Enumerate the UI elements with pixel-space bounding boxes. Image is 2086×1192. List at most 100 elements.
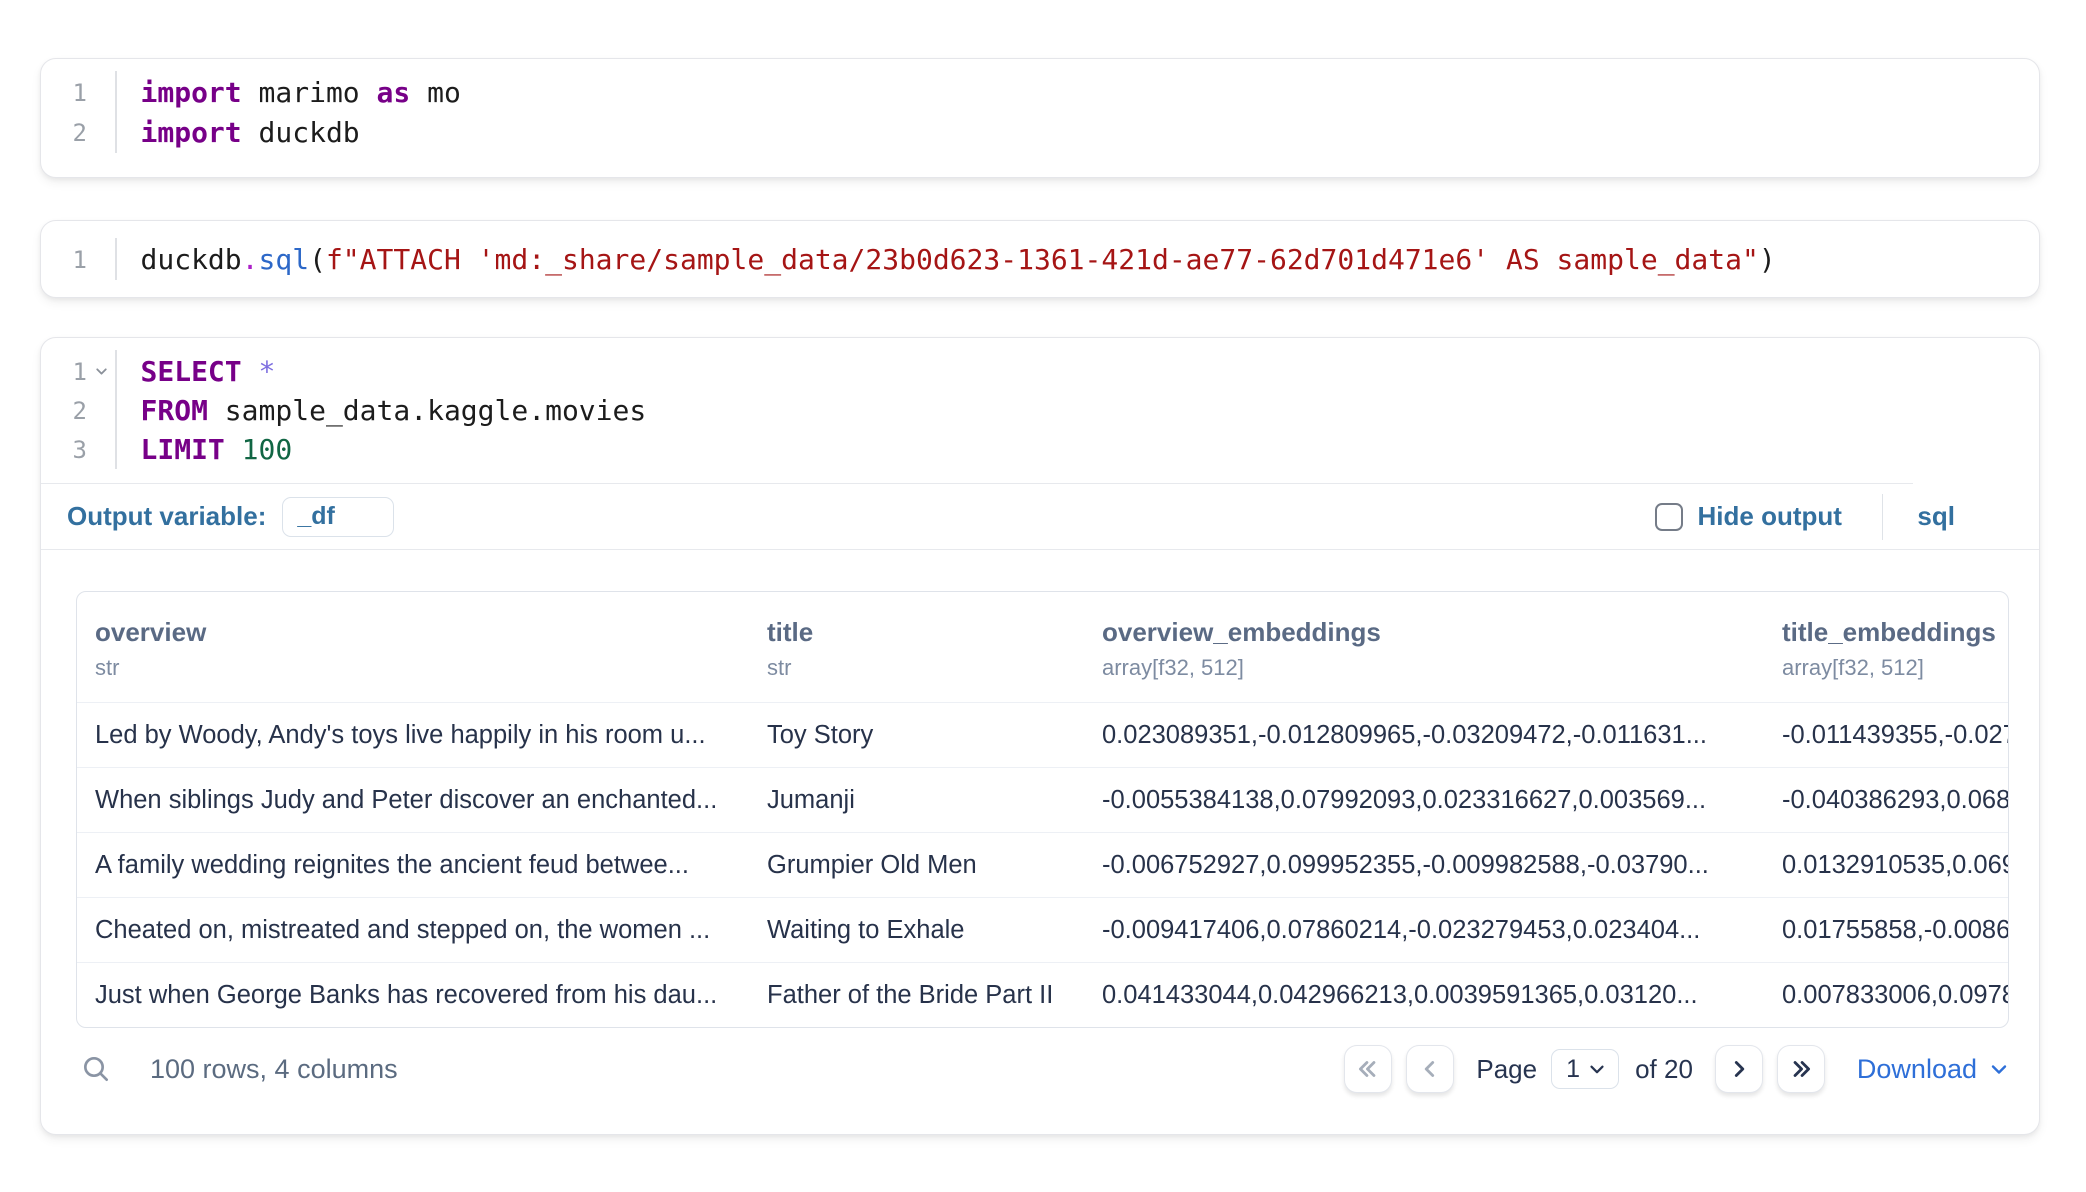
- keyword-token: FROM: [141, 394, 208, 427]
- code-line: duckdb.sql(f"ATTACH 'md:_share/sample_da…: [141, 240, 1776, 280]
- marimo-notebook: { "colors": { "accent_steel_blue": "#337…: [0, 0, 2086, 1192]
- table-row: When siblings Judy and Peter discover an…: [77, 767, 2008, 832]
- code-cell-imports: 1 2 import marimo as mo import duckdb: [40, 58, 2040, 178]
- code-token: sample_data.kaggle.movies: [208, 394, 646, 427]
- code-cell-attach: 1 duckdb.sql(f"ATTACH 'md:_share/sample_…: [40, 220, 2040, 298]
- cell-overview-embeddings: -0.006752927,0.099952355,-0.009982588,-0…: [1102, 851, 1782, 880]
- line-number-gutter: 1: [41, 240, 115, 280]
- hide-output-toggle[interactable]: Hide output: [1655, 501, 1842, 532]
- cell-title-embeddings: -0.040386293,0.06845: [1782, 786, 2008, 815]
- code-token: [225, 433, 242, 466]
- cell-title-embeddings: 0.01755858,-0.0086286: [1782, 916, 2008, 945]
- row-count-summary: 100 rows, 4 columns: [150, 1054, 398, 1085]
- string-token: f"ATTACH 'md:_share/sample_data/23b0d623…: [326, 243, 1759, 276]
- table-row: A family wedding reignites the ancient f…: [77, 832, 2008, 897]
- line-number: 3: [73, 436, 87, 464]
- table-header-row: overview str title str overview_embeddin…: [77, 592, 2008, 702]
- code-line: SELECT *: [141, 352, 647, 391]
- code-token: ): [1759, 243, 1776, 276]
- next-page-button[interactable]: [1715, 1045, 1763, 1093]
- column-dtype: array[f32, 512]: [1782, 655, 2008, 681]
- code-line: import marimo as mo: [141, 73, 461, 113]
- keyword-token: LIMIT: [141, 433, 225, 466]
- table-row: Cheated on, mistreated and stepped on, t…: [77, 897, 2008, 962]
- cell-title-embeddings: -0.011439355,-0.02752: [1782, 721, 2008, 750]
- cell-overview-embeddings: 0.041433044,0.042966213,0.0039591365,0.0…: [1102, 981, 1782, 1010]
- chevron-left-icon: [1417, 1056, 1443, 1082]
- operator-token: .: [242, 243, 259, 276]
- output-variable-input[interactable]: [282, 497, 394, 537]
- chevron-right-icon: [1726, 1056, 1752, 1082]
- line-number: 1: [73, 79, 87, 107]
- code-editor[interactable]: 1 duckdb.sql(f"ATTACH 'md:_share/sample_…: [41, 221, 2039, 280]
- line-number-gutter: 1 2: [41, 73, 115, 153]
- line-number: 1: [73, 358, 87, 386]
- cell-title-embeddings: 0.007833006,0.097801: [1782, 981, 2008, 1010]
- code-line: FROM sample_data.kaggle.movies: [141, 391, 647, 430]
- number-token: 100: [242, 433, 293, 466]
- hide-output-label: Hide output: [1698, 501, 1842, 532]
- download-button[interactable]: Download: [1857, 1054, 2011, 1085]
- column-header-title-embeddings[interactable]: title_embeddings array[f32, 512]: [1782, 616, 2008, 702]
- column-header-overview-embeddings[interactable]: overview_embeddings array[f32, 512]: [1102, 616, 1782, 702]
- function-token: sql: [259, 243, 310, 276]
- code-token: duckdb: [242, 116, 360, 149]
- cell-overview: When siblings Judy and Peter discover an…: [77, 786, 767, 815]
- cell-overview-embeddings: 0.023089351,-0.012809965,-0.03209472,-0.…: [1102, 721, 1782, 750]
- cell-overview: Just when George Banks has recovered fro…: [77, 981, 767, 1010]
- column-header-overview[interactable]: overview str: [77, 616, 767, 702]
- keyword-token: SELECT: [141, 355, 242, 388]
- first-page-button[interactable]: [1344, 1045, 1392, 1093]
- chevron-down-icon: [1987, 1057, 2011, 1081]
- code-token: marimo: [242, 76, 377, 109]
- search-button[interactable]: [76, 1049, 116, 1089]
- page-select[interactable]: 1: [1551, 1049, 1619, 1089]
- table-footer: 100 rows, 4 columns Page 1 of 20 Downloa…: [76, 1041, 2011, 1097]
- pagination: Page 1 of 20 Download: [1344, 1045, 2011, 1093]
- cell-title: Toy Story: [767, 721, 1102, 750]
- output-variable-label: Output variable:: [67, 501, 266, 532]
- code-editor[interactable]: 1 2 import marimo as mo import duckdb: [41, 59, 2039, 153]
- code-token: (: [309, 243, 326, 276]
- column-dtype: str: [767, 655, 1102, 681]
- code-token: duckdb: [141, 243, 242, 276]
- column-dtype: array[f32, 512]: [1102, 655, 1782, 681]
- keyword-token: import: [141, 116, 242, 149]
- sql-cell-toolbar: Output variable: Hide output sql: [41, 484, 2039, 550]
- page-select-value: 1: [1566, 1055, 1580, 1084]
- cell-overview-embeddings: -0.009417406,0.07860214,-0.023279453,0.0…: [1102, 916, 1782, 945]
- search-icon: [80, 1053, 112, 1085]
- table-row: Just when George Banks has recovered fro…: [77, 962, 2008, 1027]
- cell-title: Father of the Bride Part II: [767, 981, 1102, 1010]
- download-label: Download: [1857, 1054, 1977, 1085]
- toolbar-separator: [1882, 494, 1884, 540]
- asterisk-token: *: [259, 355, 276, 388]
- previous-page-button[interactable]: [1406, 1045, 1454, 1093]
- column-header-title[interactable]: title str: [767, 616, 1102, 702]
- cell-overview: A family wedding reignites the ancient f…: [77, 851, 767, 880]
- cell-overview-embeddings: -0.0055384138,0.07992093,0.023316627,0.0…: [1102, 786, 1782, 815]
- cell-title: Grumpier Old Men: [767, 851, 1102, 880]
- last-page-button[interactable]: [1777, 1045, 1825, 1093]
- checkbox-icon: [1655, 503, 1683, 531]
- chevron-down-icon: [1586, 1058, 1608, 1080]
- column-name: overview: [95, 616, 767, 648]
- result-table: overview str title str overview_embeddin…: [76, 591, 2009, 1028]
- cell-overview: Led by Woody, Andy's toys live happily i…: [77, 721, 767, 750]
- language-button[interactable]: sql: [1917, 501, 1955, 532]
- page-label: Page: [1476, 1054, 1537, 1085]
- code-editor[interactable]: 1 2 3 SELECT * FROM sample_data.kaggle.m…: [41, 338, 2039, 469]
- double-chevron-right-icon: [1788, 1056, 1814, 1082]
- cell-overview: Cheated on, mistreated and stepped on, t…: [77, 916, 767, 945]
- line-number: 1: [73, 246, 87, 274]
- code-line: LIMIT 100: [141, 430, 647, 469]
- column-name: title: [767, 616, 1102, 648]
- column-name: overview_embeddings: [1102, 616, 1782, 648]
- cell-title: Jumanji: [767, 786, 1102, 815]
- chevron-down-icon: [93, 363, 110, 380]
- fold-toggle[interactable]: [87, 363, 115, 380]
- column-dtype: str: [95, 655, 767, 681]
- code-token: [242, 355, 259, 388]
- keyword-token: import: [141, 76, 242, 109]
- column-name: title_embeddings: [1782, 616, 2008, 648]
